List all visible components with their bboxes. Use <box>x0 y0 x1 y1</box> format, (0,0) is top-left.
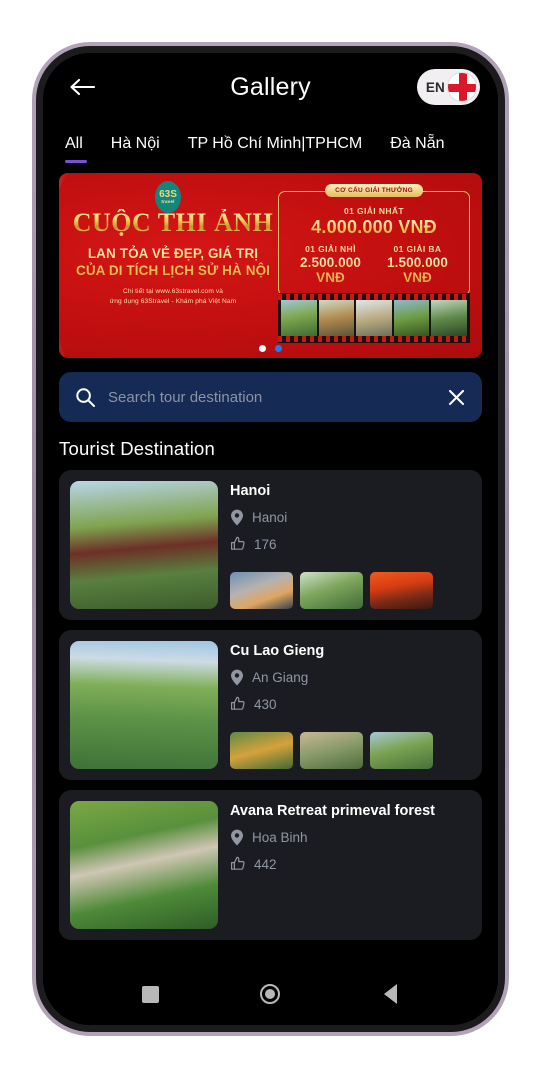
thumbnail-image[interactable] <box>300 572 363 609</box>
destination-likes-row: 430 <box>230 696 471 712</box>
first-prize-amount: 4.000.000 VNĐ <box>287 217 461 238</box>
destination-name: Cu Lao Gieng <box>230 643 325 659</box>
destination-location-row: An Giang <box>230 669 471 686</box>
phone-frame: Gallery EN All Hà Nội TP Hồ Chí Minh|TPH… <box>32 42 509 1036</box>
language-switch-button[interactable]: EN <box>416 69 480 105</box>
carousel-dot-2-active[interactable] <box>275 345 282 352</box>
destination-location: Hoa Binh <box>252 830 308 845</box>
close-icon <box>448 389 465 405</box>
section-title: Tourist Destination <box>59 438 215 459</box>
home-circle-icon <box>260 984 281 1004</box>
third-prize-amount: 1.500.000 VNĐ <box>374 255 461 285</box>
promo-banner[interactable]: 63S travel CUỘC THI ẢNH LAN TỎA VẺ ĐẸP, … <box>59 173 482 358</box>
film-photo <box>281 300 317 336</box>
clear-search-button[interactable] <box>447 388 466 407</box>
destination-location: An Giang <box>252 670 309 685</box>
tab-ha-noi[interactable]: Hà Nội <box>111 135 160 163</box>
android-navigation-bar <box>43 963 498 1025</box>
tab-all[interactable]: All <box>65 135 87 163</box>
tab-tphcm[interactable]: TP Hồ Chí Minh|TPHCM <box>188 135 363 163</box>
arrow-left-icon <box>70 78 95 96</box>
back-button[interactable] <box>65 70 99 104</box>
banner-note-line2: ứng dụng 63Stravel - Khám phá Việt Nam <box>109 298 237 306</box>
search-bar[interactable] <box>59 372 482 422</box>
phone-bezel: Gallery EN All Hà Nội TP Hồ Chí Minh|TPH… <box>36 46 505 1032</box>
banner-title: CUỘC THI ẢNH <box>65 208 281 238</box>
second-prize-amount: 2.500.000 VNĐ <box>287 255 374 285</box>
phone-screen: Gallery EN All Hà Nội TP Hồ Chí Minh|TPH… <box>43 53 498 1025</box>
second-prize-label: 01 GIẢI NHÌ <box>287 244 374 254</box>
recents-square-icon <box>142 985 160 1003</box>
destination-location-row: Hanoi <box>230 509 471 526</box>
search-icon <box>76 387 95 407</box>
carousel-dot-1[interactable] <box>259 345 266 352</box>
england-flag-icon <box>447 72 477 102</box>
destination-card-hanoi[interactable]: Hanoi Hanoi 176 <box>59 470 482 620</box>
destination-thumbnails[interactable] <box>230 732 471 769</box>
film-photo <box>318 300 355 336</box>
banner-carousel: 63S travel CUỘC THI ẢNH LAN TỎA VẺ ĐẸP, … <box>43 163 498 358</box>
prize-structure-tag: CƠ CẤU GIẢI THƯỞNG <box>325 184 423 197</box>
map-pin-icon <box>231 509 243 526</box>
language-code-label: EN <box>425 79 445 95</box>
banner-logo-secondary: travel <box>161 198 175 204</box>
thumbnail-image[interactable] <box>230 572 293 609</box>
search-section <box>43 358 498 422</box>
destination-location-row: Hoa Binh <box>230 829 471 846</box>
third-prize-label: 01 GIẢI BA <box>374 244 461 254</box>
destination-card-cu-lao-gieng[interactable]: Cu Lao Gieng An Giang 430 <box>59 630 482 780</box>
destination-main-photo <box>70 481 218 609</box>
thumbnail-image[interactable] <box>370 732 433 769</box>
destination-like-count: 442 <box>254 856 277 872</box>
thumbs-up-icon <box>231 856 245 870</box>
destination-likes-row: 442 <box>230 856 471 872</box>
destination-main-photo <box>70 801 218 929</box>
destination-main-photo <box>70 641 218 769</box>
map-pin-icon <box>231 669 243 686</box>
destination-card-avana-retreat[interactable]: Avana Retreat primeval forest Hoa Binh 4… <box>59 790 482 940</box>
scroll-content[interactable]: 63S travel CUỘC THI ẢNH LAN TỎA VẺ ĐẸP, … <box>43 163 498 963</box>
home-button[interactable] <box>248 972 292 1016</box>
thumbnail-image[interactable] <box>230 732 293 769</box>
destination-location: Hanoi <box>252 510 288 525</box>
tab-da-nang[interactable]: Đà Nẵn <box>390 135 444 163</box>
film-photo <box>431 300 467 336</box>
destination-like-count: 430 <box>254 696 277 712</box>
app-header: Gallery EN <box>43 53 498 121</box>
thumbs-up-icon <box>231 536 245 550</box>
banner-film-strip <box>278 293 470 343</box>
film-photo <box>393 300 430 336</box>
destination-like-count: 176 <box>254 536 277 552</box>
destination-likes-row: 176 <box>230 536 471 552</box>
first-prize-label: 01 GIẢI NHẤT <box>287 206 461 216</box>
carousel-dots <box>59 345 482 352</box>
thumbnail-image[interactable] <box>370 572 433 609</box>
back-nav-button[interactable] <box>368 972 412 1016</box>
destination-name: Avana Retreat primeval forest <box>230 803 435 819</box>
category-tabs[interactable]: All Hà Nội TP Hồ Chí Minh|TPHCM Đà Nẵn <box>43 121 498 163</box>
banner-note-line1: Chi tiết tại www.63stravel.com và <box>122 288 224 296</box>
back-triangle-icon <box>383 984 397 1004</box>
banner-subtitle-line1: LAN TỎA VẺ ĐẸP, GIÁ TRỊ <box>87 245 259 261</box>
destination-list: Hanoi Hanoi 176 Cu Lao Gieng An Giang 43… <box>43 470 498 940</box>
film-photo <box>356 300 392 336</box>
destination-name: Hanoi <box>230 483 271 499</box>
banner-text-block: CUỘC THI ẢNH LAN TỎA VẺ ĐẸP, GIÁ TRỊ CỦA… <box>65 208 281 308</box>
recents-button[interactable] <box>129 972 173 1016</box>
banner-subtitle-line2: CỦA DI TÍCH LỊCH SỬ HÀ NỘI <box>75 262 271 278</box>
destination-thumbnails[interactable] <box>230 572 471 609</box>
search-input[interactable] <box>108 388 435 406</box>
thumbs-up-icon <box>231 696 245 710</box>
map-pin-icon <box>231 829 243 846</box>
banner-prize-box: CƠ CẤU GIẢI THƯỞNG 01 GIẢI NHẤT 4.000.00… <box>278 184 470 296</box>
thumbnail-image[interactable] <box>300 732 363 769</box>
